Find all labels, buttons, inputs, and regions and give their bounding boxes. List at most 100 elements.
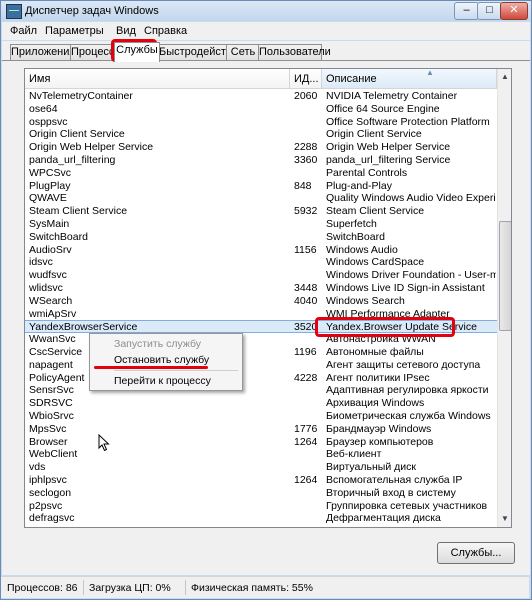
service-pid-cell: 2060 (294, 90, 318, 102)
menu-view[interactable]: Вид (116, 25, 136, 37)
service-description-cell: panda_url_filtering Service (326, 154, 451, 166)
service-pid-cell: 1776 (294, 422, 318, 435)
menu-help[interactable]: Справка (144, 25, 187, 37)
menu-item-go-to-process[interactable]: Перейти к процессу (114, 373, 211, 389)
service-pid-cell (294, 218, 322, 231)
service-name-cell: wudfsvc (29, 269, 67, 282)
status-processes: Процессов: 86 (7, 582, 78, 594)
service-row[interactable]: SDRSVC Архивация Windows (25, 397, 497, 410)
tab-network[interactable]: Сеть (226, 44, 260, 61)
service-row[interactable]: WPCSvc Parental Controls (25, 167, 497, 180)
service-description-cell: Office 64 Source Engine (326, 102, 440, 115)
column-header-name[interactable]: Имя (25, 69, 290, 89)
service-name-cell: NvTelemetryContainer (29, 90, 133, 102)
service-name-cell: Browser (29, 435, 68, 448)
service-name-cell: PlugPlay (29, 179, 71, 192)
service-row[interactable]: iphlpsvc 1264 Вспомогательная служба IP (25, 474, 497, 487)
service-pid-cell (294, 410, 322, 423)
service-row[interactable]: p2psvc Группировка сетевых участников (25, 500, 497, 513)
services-button[interactable]: Службы... (437, 542, 515, 564)
close-button[interactable]: ✕ (500, 2, 528, 20)
tab-applications[interactable]: Приложения (10, 44, 75, 61)
service-description-cell: Windows Driver Foundation - User-mode Dr… (326, 269, 496, 282)
service-description-cell: Quality Windows Audio Video Experience (326, 192, 496, 205)
service-row[interactable]: WbioSrvc Биометрическая служба Windows (25, 410, 497, 423)
service-pid-cell: 5932 (294, 205, 318, 218)
service-row[interactable]: Origin Client Service Origin Client Servi… (25, 128, 497, 141)
service-row[interactable]: SwitchBoard SwitchBoard (25, 231, 497, 244)
column-header-pid[interactable]: ИД... (290, 69, 322, 89)
service-name-cell: wlidsvc (29, 282, 63, 294)
service-row[interactable]: ose64 Office 64 Source Engine (25, 103, 497, 116)
status-bar: Процессов: 86 Загрузка ЦП: 0% Физическая… (1, 576, 529, 598)
service-row[interactable]: wudfsvc Windows Driver Foundation - User-… (25, 269, 497, 282)
tab-performance[interactable]: Быстродействие (158, 44, 244, 61)
service-description-cell: SwitchBoard (326, 230, 385, 243)
maximize-button[interactable]: □ (477, 2, 502, 20)
scroll-thumb[interactable] (499, 221, 511, 331)
service-description-cell: Windows CardSpace (326, 256, 425, 269)
tab-services[interactable]: Службы (114, 42, 160, 62)
service-name-cell: QWAVE (29, 192, 67, 205)
service-description-cell: Windows Audio (326, 243, 398, 256)
service-name-cell: SwitchBoard (29, 230, 88, 243)
service-row[interactable]: AudioSrv 1156 Windows Audio (25, 244, 497, 257)
service-name-cell: WebClient (29, 448, 78, 461)
service-row[interactable]: seclogon Вторичный вход в систему (25, 487, 497, 500)
service-pid-cell (294, 461, 322, 474)
menu-options[interactable]: Параметры (45, 25, 104, 37)
service-row[interactable]: MpsSvc 1776 Брандмауэр Windows (25, 423, 497, 436)
scroll-up-icon[interactable]: ▲ (499, 71, 511, 83)
window-title: Диспетчер задач Windows (25, 5, 159, 17)
service-row[interactable]: WebClient Веб-клиент (25, 448, 497, 461)
service-row[interactable]: PlugPlay 848 Plug-and-Play (25, 180, 497, 193)
menu-file[interactable]: Файл (10, 25, 37, 37)
title-bar[interactable]: Диспетчер задач Windows – □ ✕ (1, 1, 531, 21)
service-row[interactable]: defragsvc Дефрагментация диска (25, 512, 497, 525)
tab-processes[interactable]: Процессы (70, 44, 122, 61)
service-row[interactable]: wlidsvc 3448 Windows Live ID Sign-in Assis… (25, 282, 497, 295)
service-row[interactable]: Origin Web Helper Service 2288 Origin Web … (25, 141, 497, 154)
service-description-cell: Windows Live ID Sign-in Assistant (326, 282, 485, 294)
service-row[interactable]: idsvc Windows CardSpace (25, 256, 497, 269)
service-row[interactable]: QWAVE Quality Windows Audio Video Experie… (25, 192, 497, 205)
service-pid-cell: 2288 (294, 141, 318, 154)
scroll-down-icon[interactable]: ▼ (499, 513, 511, 525)
service-pid-cell: 1264 (294, 474, 318, 486)
menu-separator (114, 370, 238, 371)
service-description-cell: Браузер компьютеров (326, 435, 434, 448)
service-row[interactable]: Browser 1264 Браузер компьютеров (25, 436, 497, 449)
service-name-cell: p2psvc (29, 499, 63, 512)
service-description-cell: Steam Client Service (326, 205, 425, 218)
menu-item-start-service[interactable]: Запустить службу (114, 336, 201, 352)
service-pid-cell (294, 128, 322, 141)
service-description-cell: Superfetch (326, 218, 377, 230)
service-name-cell: defragsvc (29, 512, 75, 525)
service-name-cell: MpsSvc (29, 422, 67, 435)
service-row[interactable]: WSearch 4040 Windows Search (25, 295, 497, 308)
service-pid-cell (294, 167, 322, 180)
service-pid-cell (294, 359, 322, 372)
tab-users[interactable]: Пользователи (258, 44, 331, 61)
service-name-cell: vds (29, 461, 46, 474)
service-pid-cell (294, 448, 322, 461)
service-row[interactable]: panda_url_filtering 3360 panda_url_filteri… (25, 154, 497, 167)
service-description-cell: Биометрическая служба Windows (326, 410, 491, 422)
service-description-cell: Вспомогательная служба IP (326, 474, 463, 486)
service-row[interactable]: vds Виртуальный диск (25, 461, 497, 474)
service-row[interactable]: Steam Client Service 5932 Steam Client Ser… (25, 205, 497, 218)
service-row[interactable]: osppsvc Office Software Protection Platfo… (25, 116, 497, 129)
service-row[interactable]: SysMain Superfetch (25, 218, 497, 231)
service-pid-cell (294, 487, 322, 500)
service-description-cell: Агент защиты сетевого доступа (326, 358, 481, 371)
service-row[interactable]: NvTelemetryContainer 2060 NVIDIA Telemetry… (25, 90, 497, 103)
service-pid-cell: 4228 (294, 371, 318, 384)
minimize-button[interactable]: – (454, 2, 479, 20)
service-description-cell: Автономные файлы (326, 346, 424, 358)
service-name-cell: WPCSvc (29, 166, 71, 179)
vertical-scrollbar[interactable]: ▲ ▼ (497, 69, 511, 527)
service-description-cell: Windows Search (326, 294, 405, 307)
service-name-cell: SDRSVC (29, 397, 73, 410)
services-list[interactable]: Имя ИД... ▲ Описание NvTelemetryContaine… (24, 68, 512, 528)
column-header-description[interactable]: ▲ Описание (322, 69, 497, 89)
